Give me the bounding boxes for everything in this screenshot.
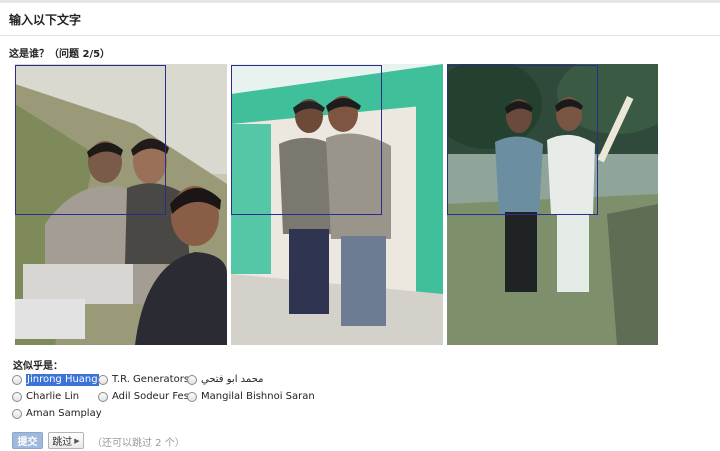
face-box [447,65,598,215]
radio-button[interactable] [98,392,108,402]
header-divider [0,35,720,36]
option-label: Mangilal Bishnoi Saran [201,391,315,402]
option-arabic-name[interactable]: محمد ابو فتحي [187,374,264,386]
skip-remaining-note: （还可以跳过 2 个） [92,438,185,449]
option-aman-samplay[interactable]: Aman Samplay [12,408,102,420]
photo-2[interactable] [231,64,443,345]
page-title: 输入以下文字 [9,13,82,27]
option-label: Adil Sodeur Fes [112,391,189,402]
skip-button[interactable]: 跳过 ▶ [48,432,84,449]
option-mangilal-bishnoi-saran[interactable]: Mangilal Bishnoi Saran [187,391,315,403]
option-jinrong-huang[interactable]: Jinrong Huang [12,374,99,386]
radio-button[interactable] [187,375,197,385]
option-label: محمد ابو فتحي [201,374,264,385]
face-box [15,65,166,215]
option-tr-generators[interactable]: T.R. Generators [98,374,189,386]
radio-button[interactable] [12,392,22,402]
face-box [231,65,382,215]
radio-button[interactable] [98,375,108,385]
option-label: Aman Samplay [26,408,102,419]
photo-3[interactable] [447,64,658,345]
radio-button[interactable] [187,392,197,402]
option-label: T.R. Generators [112,374,190,385]
question-text: 这是谁？（问题 2/5） [9,49,111,60]
photo-1[interactable] [15,64,227,345]
play-arrow-icon: ▶ [74,436,80,445]
option-charlie-lin[interactable]: Charlie Lin [12,391,79,403]
top-border [0,0,720,3]
options-label: 这似乎是： [13,361,63,372]
radio-button[interactable] [12,375,22,385]
skip-label: 跳过 [52,437,73,448]
option-adil-sodeur-fes[interactable]: Adil Sodeur Fes [98,391,189,403]
option-label: Charlie Lin [26,391,80,402]
radio-button[interactable] [12,409,22,419]
option-label: Jinrong Huang [26,374,99,386]
submit-button[interactable]: 提交 [12,432,43,449]
